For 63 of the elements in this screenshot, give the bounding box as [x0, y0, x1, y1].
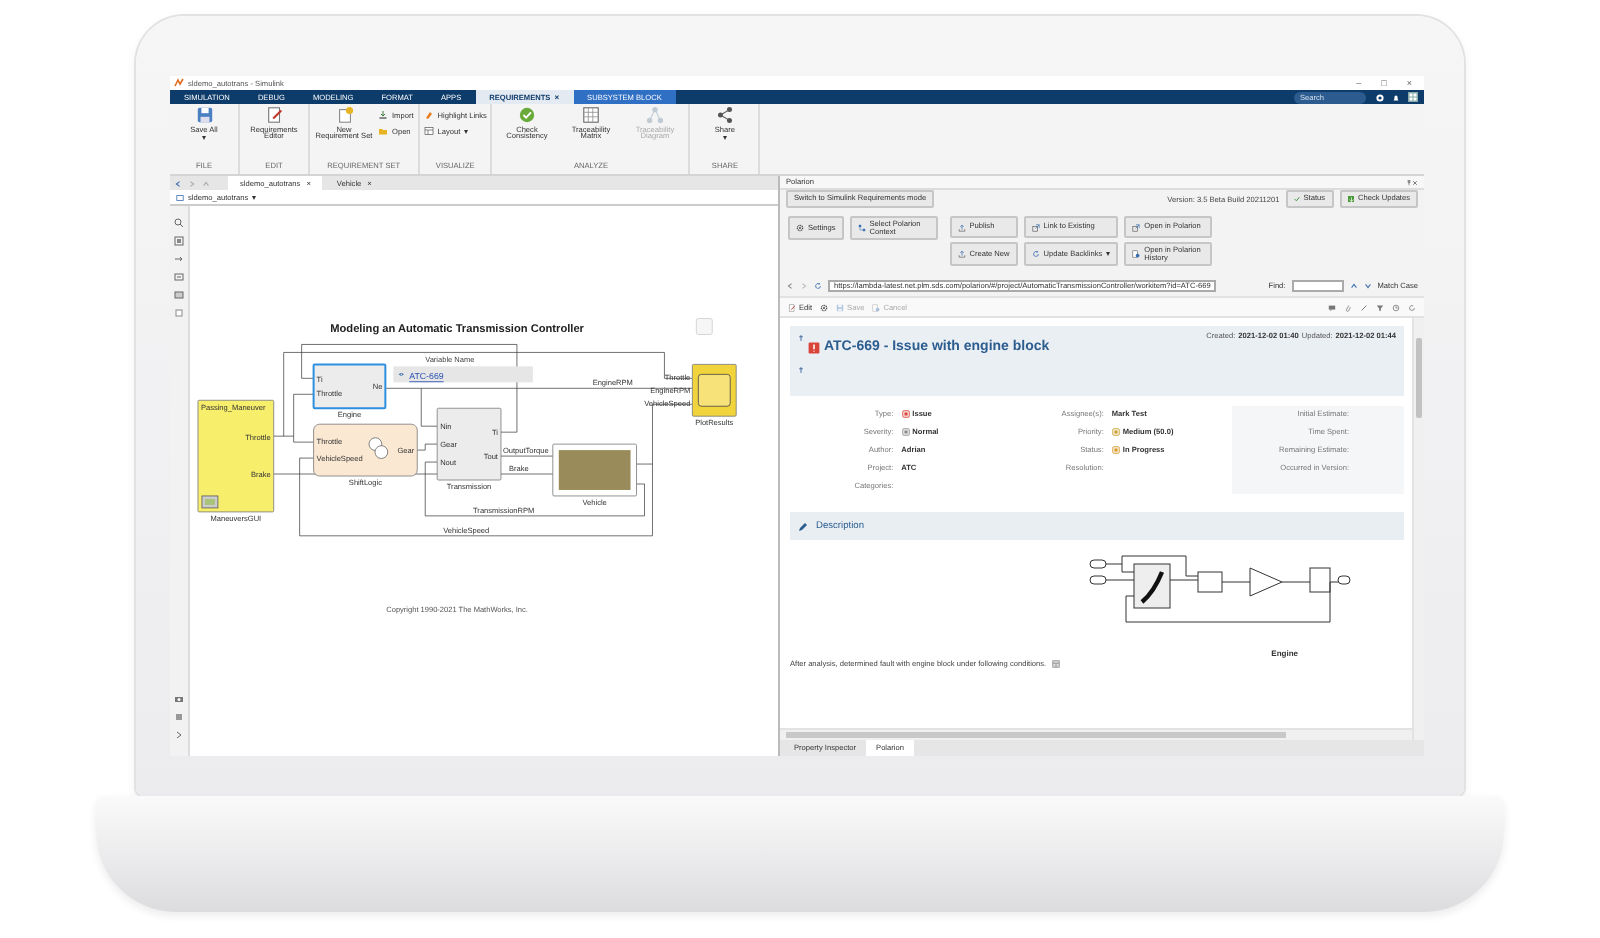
pencil-document-icon [788, 303, 796, 311]
paperclip-icon[interactable] [1344, 303, 1352, 311]
comment-icon[interactable] [1328, 303, 1336, 311]
document-clock-icon [872, 303, 881, 311]
layers-icon[interactable] [173, 712, 184, 722]
external-link-icon [1132, 223, 1141, 231]
arrow-up-icon[interactable] [1349, 282, 1358, 290]
document-clock-icon [1132, 250, 1141, 259]
checkmark-icon [1293, 195, 1300, 202]
import-icon [378, 110, 388, 120]
pin-icon[interactable] [1406, 179, 1412, 185]
refresh-icon[interactable] [1408, 303, 1416, 311]
arrow-icon[interactable] [173, 254, 184, 264]
refresh-icon [1031, 250, 1040, 259]
back-icon[interactable] [786, 282, 794, 290]
upload-icon [957, 223, 966, 231]
table-icon[interactable] [1052, 660, 1061, 668]
update-icon [1347, 195, 1355, 203]
fit-view-icon[interactable] [173, 236, 184, 246]
grid-icon[interactable] [1408, 92, 1418, 102]
filter-icon[interactable] [1376, 303, 1384, 311]
annotation-icon[interactable] [173, 272, 184, 282]
folder-icon [378, 126, 388, 136]
close-icon[interactable] [1412, 179, 1418, 185]
vehicle-block[interactable] [552, 443, 637, 497]
subsystem-block[interactable] [436, 407, 502, 481]
pencil-icon [798, 521, 808, 531]
zoom-icon[interactable] [173, 218, 184, 228]
subsystem-block[interactable] [312, 363, 387, 410]
up-icon[interactable] [202, 179, 210, 187]
layout-icon [423, 126, 434, 136]
help-icon[interactable] [1376, 93, 1384, 101]
priority-icon [1111, 428, 1120, 436]
square-icon[interactable] [173, 308, 184, 318]
model-icon [176, 193, 184, 201]
find-field[interactable] [1291, 280, 1344, 292]
issue-icon [808, 341, 820, 353]
save-icon [836, 303, 845, 311]
camera-icon[interactable] [173, 694, 184, 704]
settings-icon [796, 224, 804, 233]
forward-icon[interactable] [188, 179, 196, 187]
app-logo-icon [174, 78, 184, 88]
progress-icon [1111, 446, 1120, 454]
notification-icon[interactable] [1392, 93, 1400, 101]
share-icon [715, 106, 734, 124]
severity-icon [901, 428, 910, 436]
image-icon[interactable] [173, 290, 184, 300]
external-link-icon [1031, 223, 1040, 231]
gui-block[interactable] [197, 399, 275, 513]
upload-icon [957, 250, 966, 259]
scope-block[interactable] [691, 364, 737, 417]
clock-icon[interactable] [1392, 303, 1400, 311]
arrow-down-icon[interactable] [1363, 282, 1372, 290]
annotation-background [393, 366, 533, 383]
settings-icon[interactable] [820, 303, 829, 311]
node-diagram-icon [645, 106, 664, 124]
hierarchy-icon [857, 224, 866, 233]
expand-icon[interactable] [173, 730, 184, 740]
refresh-icon[interactable] [814, 282, 822, 290]
highlighter-icon [423, 110, 434, 120]
chart-block[interactable] [313, 423, 418, 477]
issue-icon [901, 410, 910, 418]
back-icon[interactable] [174, 179, 182, 187]
